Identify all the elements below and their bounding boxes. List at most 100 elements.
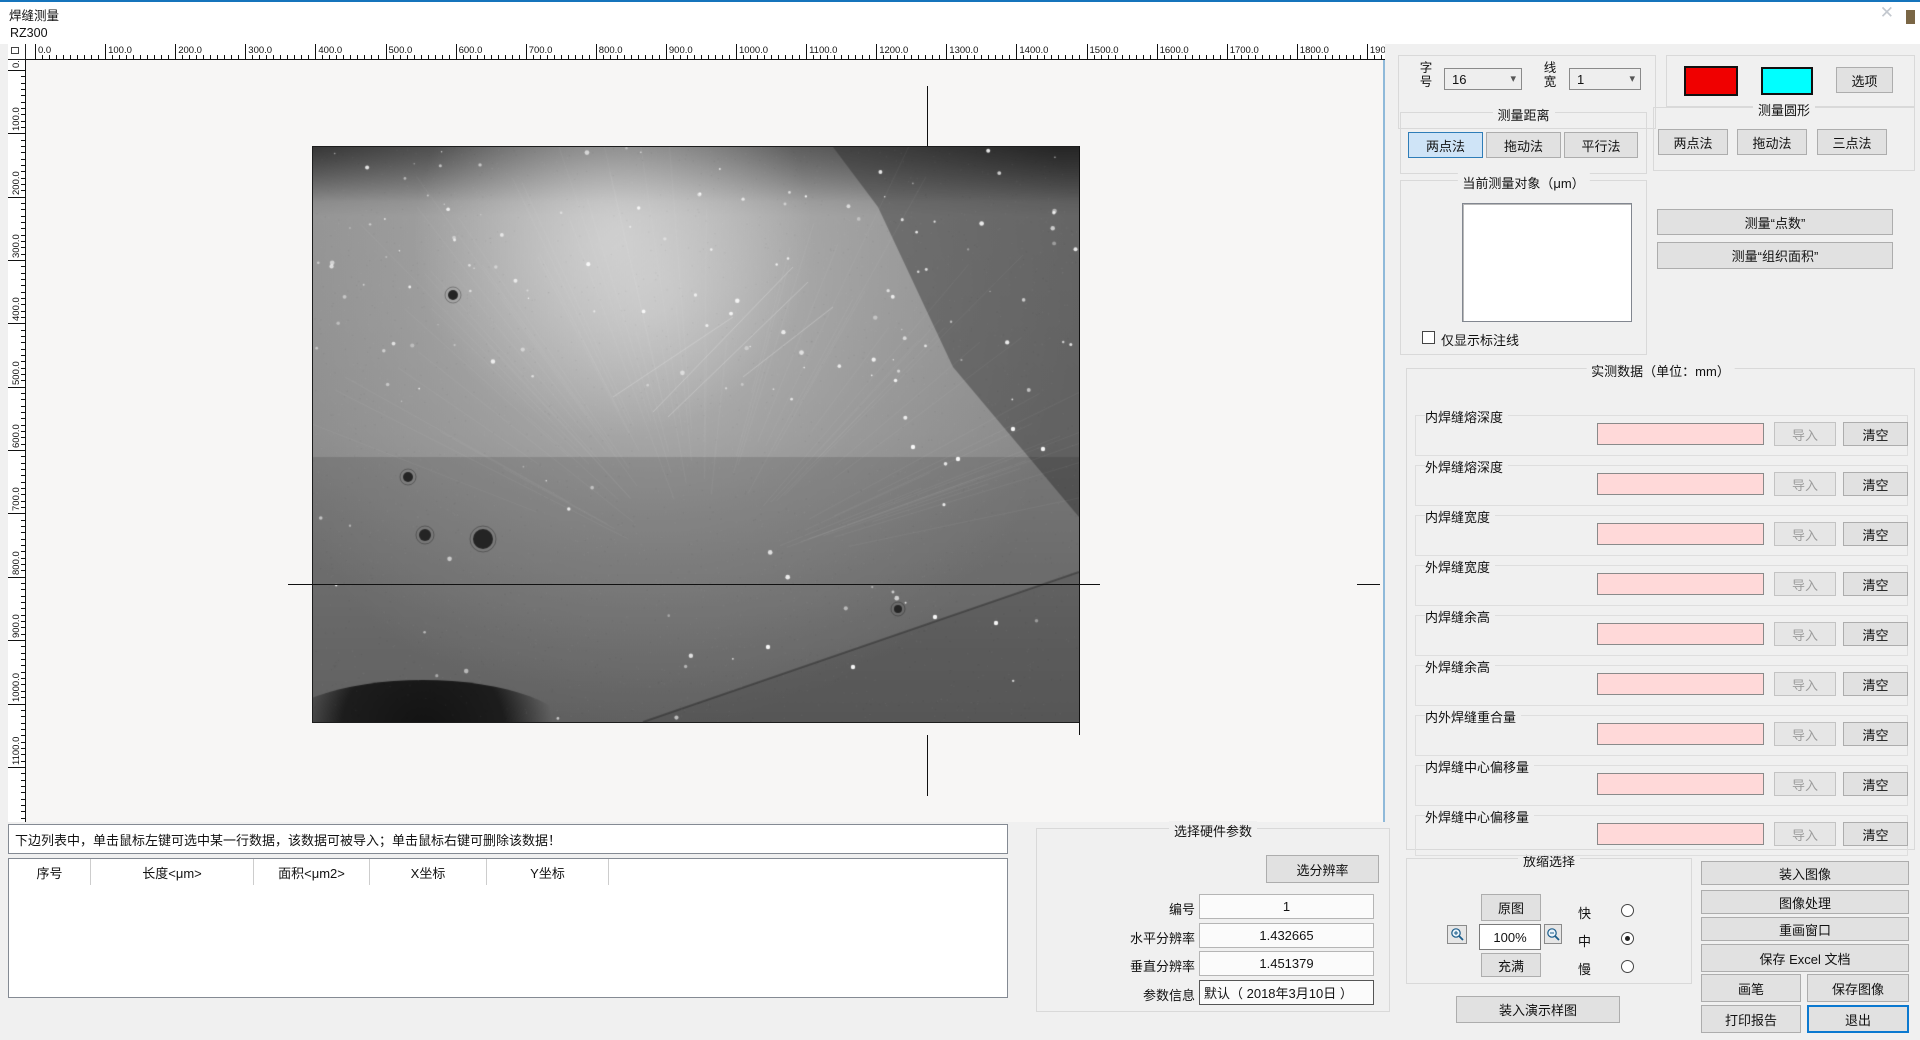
clear-button[interactable]: 清空 [1843,822,1908,846]
import-button[interactable]: 导入 [1774,622,1836,646]
zoom-original-button[interactable]: 原图 [1481,894,1541,921]
measure-row-label: 内焊缝熔深度 [1425,407,1508,426]
clear-button[interactable]: 清空 [1843,572,1908,596]
hardware-field-value[interactable]: 1.451379 [1199,951,1374,976]
measure-value-field[interactable] [1597,723,1764,745]
ruler-h-tick [1367,44,1368,60]
clear-button[interactable]: 清空 [1843,672,1908,696]
clear-button[interactable]: 清空 [1843,522,1908,546]
action-button[interactable]: 图像处理 [1701,890,1909,914]
measure-value-field[interactable] [1597,623,1764,645]
clear-button[interactable]: 清空 [1843,422,1908,446]
font-size-label: 字号 [1419,62,1433,89]
measure-value-field[interactable] [1597,423,1764,445]
import-button[interactable]: 导入 [1774,772,1836,796]
ruler-h-label: 1400.0 [1019,45,1048,56]
measure-circle-title: 测量圆形 [1753,100,1815,119]
primary-color-swatch[interactable] [1684,66,1738,96]
distance-method-button[interactable]: 平行法 [1564,132,1638,158]
measure-guide-vertical-bottom [927,735,928,796]
table-column-header[interactable]: 长度<μm> [91,859,254,885]
measure-area-button[interactable]: 测量“组织面积” [1657,242,1893,269]
ruler-h-tick [35,44,36,60]
zoom-in-icon[interactable] [1447,925,1467,944]
ruler-v-tick [8,577,26,578]
clear-button[interactable]: 清空 [1843,772,1908,796]
measure-value-field[interactable] [1597,823,1764,845]
action-button[interactable]: 画笔 [1701,974,1801,1002]
table-column-header[interactable]: Y坐标 [487,859,609,885]
ruler-h-label: 1900.0 [1370,45,1385,56]
zoom-speed-radio-1[interactable] [1621,904,1634,917]
distance-method-button[interactable]: 两点法 [1408,132,1483,158]
circle-method-button[interactable]: 两点法 [1658,129,1728,155]
measure-guide-horizontal-dash [1357,584,1380,585]
clear-button[interactable]: 清空 [1843,622,1908,646]
ruler-v-label: 1100.0 [11,736,22,764]
action-button[interactable]: 打印报告 [1701,1005,1801,1033]
hardware-field-value[interactable]: 1 [1199,894,1374,919]
hardware-field-value[interactable]: 1.432665 [1199,923,1374,948]
measure-value-field[interactable] [1597,573,1764,595]
ruler-h-label: 1500.0 [1090,45,1119,56]
circle-method-button[interactable]: 拖动法 [1737,129,1807,155]
zoom-speed-radio-2[interactable] [1621,932,1634,945]
weld-specimen-image[interactable] [312,146,1080,723]
action-button[interactable]: 保存 Excel 文档 [1701,944,1909,972]
import-button[interactable]: 导入 [1774,672,1836,696]
import-button[interactable]: 导入 [1774,422,1836,446]
measure-circle-group: 测量圆形 两点法拖动法三点法 [1653,107,1915,171]
clear-button[interactable]: 清空 [1843,722,1908,746]
measure-value-field[interactable] [1597,473,1764,495]
ruler-h-label: 1700.0 [1230,45,1259,56]
ruler-h-tick [526,44,527,60]
action-button[interactable]: 重画窗口 [1701,917,1909,941]
distance-method-button[interactable]: 拖动法 [1486,132,1561,158]
import-button[interactable]: 导入 [1774,522,1836,546]
hardware-field-label: 水平分辨率 [1130,928,1195,947]
measure-points-button[interactable]: 测量“点数” [1657,209,1893,235]
table-column-header[interactable]: X坐标 [370,859,487,885]
zoom-speed-label: 中 [1578,931,1591,950]
table-column-header[interactable]: 序号 [9,859,91,885]
drawing-canvas[interactable] [26,60,1385,822]
table-column-header[interactable]: 面积<μm2> [254,859,370,885]
import-button[interactable]: 导入 [1774,472,1836,496]
measurement-table[interactable]: 序号长度<μm>面积<μm2>X坐标Y坐标 [8,858,1008,998]
hardware-field-value[interactable]: 默认（ 2018年3月10日 ） [1199,980,1374,1005]
load-demo-image-button[interactable]: 装入演示样图 [1456,996,1620,1023]
ruler-v-tick [8,387,26,388]
zoom-out-icon[interactable] [1544,924,1562,944]
measured-data-title: 实测数据（单位：mm） [1586,361,1735,380]
measure-value-field[interactable] [1597,523,1764,545]
import-button[interactable]: 导入 [1774,722,1836,746]
line-width-select[interactable]: 1▾ [1569,68,1641,90]
measure-value-field[interactable] [1597,773,1764,795]
import-button[interactable]: 导入 [1774,572,1836,596]
action-button[interactable]: 退出 [1807,1005,1909,1033]
ruler-v-tick [8,70,26,71]
image-workspace: 0.0100.0200.0300.0400.0500.0600.0700.080… [8,44,1385,822]
menu-item-rz300[interactable]: RZ300 [10,26,48,40]
font-size-select[interactable]: 16▾ [1444,68,1522,90]
show-annotation-only-checkbox[interactable] [1422,331,1435,344]
zoom-percent-field[interactable]: 100% [1479,924,1541,950]
options-button[interactable]: 选项 [1836,67,1893,93]
current-object-listbox[interactable] [1462,203,1632,322]
ruler-v-tick [8,704,26,705]
import-button[interactable]: 导入 [1774,822,1836,846]
measure-value-field[interactable] [1597,673,1764,695]
close-icon[interactable]: ✕ [1880,3,1894,23]
measure-guide-vertical-right [1079,146,1080,735]
select-resolution-button[interactable]: 选分辨率 [1266,855,1379,883]
secondary-color-swatch[interactable] [1761,67,1813,95]
clear-button[interactable]: 清空 [1843,472,1908,496]
zoom-speed-label: 快 [1578,903,1591,922]
ruler-v-label: 900.0 [11,614,22,638]
zoom-fit-button[interactable]: 充满 [1481,953,1541,977]
measure-row-label: 外焊缝余高 [1425,657,1495,676]
action-button[interactable]: 装入图像 [1701,861,1909,885]
action-button[interactable]: 保存图像 [1807,974,1909,1002]
zoom-speed-radio-3[interactable] [1621,960,1634,973]
circle-method-button[interactable]: 三点法 [1817,129,1887,155]
